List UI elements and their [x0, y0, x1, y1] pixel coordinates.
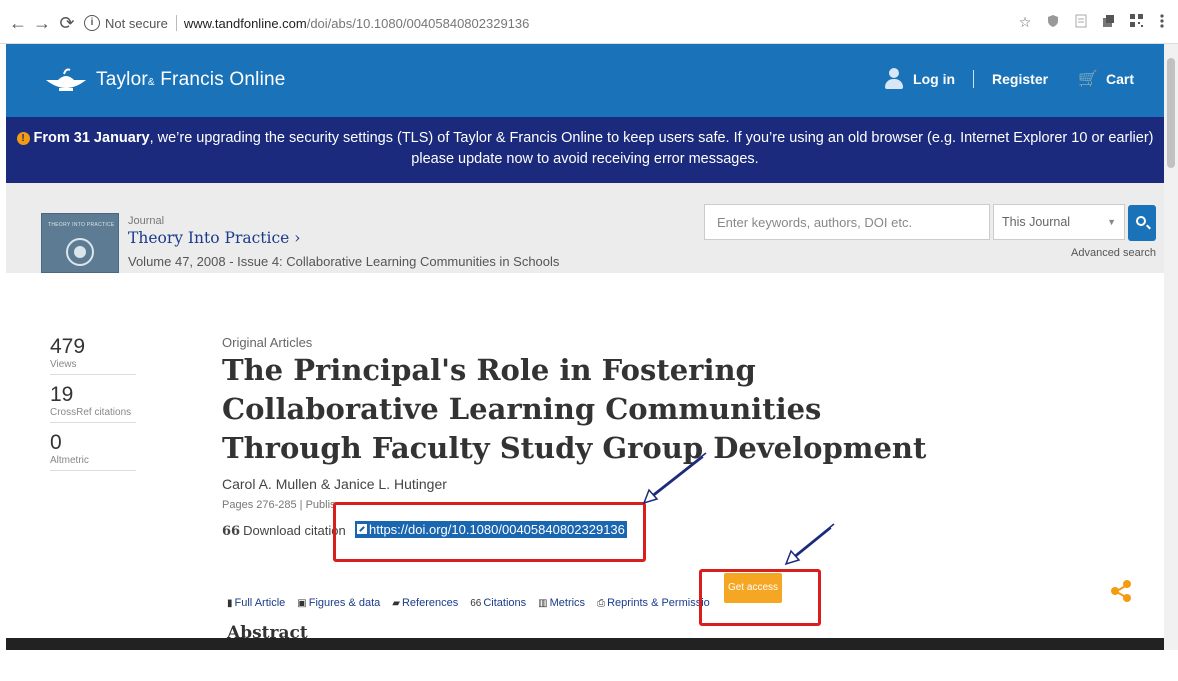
register-link[interactable]: Register — [992, 71, 1048, 87]
tab-reprints-permissions[interactable]: ⎙ Reprints & Permissio — [597, 597, 710, 609]
search-input[interactable]: Enter keywords, authors, DOI etc. — [704, 204, 990, 240]
article-pages: Pages 276-285 | Publis — [222, 499, 336, 511]
bookmark-star-icon[interactable]: ☆ — [1017, 14, 1033, 30]
advanced-search-link[interactable]: Advanced search — [1071, 247, 1156, 259]
share-icon[interactable] — [1111, 580, 1133, 602]
crossref-label: CrossRef citations — [50, 407, 136, 423]
altmetric-metric: 0 Altmetric — [50, 431, 136, 471]
cart-link[interactable]: Cart — [1106, 71, 1134, 87]
bar-chart-icon: ▥ — [538, 598, 548, 609]
article-authors[interactable]: Carol A. Mullen & Janice L. Hutinger — [222, 476, 447, 492]
alert-text-line1: , we’re upgrading the security settings … — [149, 130, 1154, 146]
book-icon: ▰ — [392, 598, 400, 609]
article-tabs: ▮ Full Article ▣ Figures & data ▰ Reference… — [227, 597, 710, 609]
cart-icon[interactable]: 🛒 — [1078, 69, 1098, 89]
qr-code-icon[interactable] — [1128, 14, 1144, 30]
download-citation-label: Download citation — [243, 523, 346, 538]
tab-citations[interactable]: 66 Citations — [470, 597, 526, 609]
tab-full-article[interactable]: ▮ Full Article — [227, 597, 285, 609]
tab-metrics[interactable]: ▥ Metrics — [538, 597, 585, 609]
page-scrollbar[interactable] — [1164, 44, 1178, 650]
lamp-logo-icon — [44, 66, 88, 94]
browser-menu-icon[interactable] — [1154, 14, 1170, 30]
crossref-metric: 19 CrossRef citations — [50, 383, 136, 423]
forward-button[interactable]: → — [32, 12, 52, 34]
journal-title-link[interactable]: Theory Into Practice › — [128, 229, 300, 247]
journal-label: Journal — [128, 215, 165, 227]
back-button[interactable]: ← — [8, 12, 28, 34]
address-divider — [175, 15, 177, 31]
views-metric: 479 Views — [50, 335, 136, 375]
article-content: 479 Views 19 CrossRef citations 0 Altmet… — [6, 273, 1164, 643]
bottom-bar — [6, 638, 1164, 650]
doi-highlight-box — [333, 502, 646, 562]
printer-icon: ⎙ — [597, 598, 606, 609]
logo-text: Taylor& Francis Online — [96, 69, 286, 90]
info-icon[interactable]: i — [84, 15, 100, 31]
caret-down-icon: ▼ — [1107, 217, 1116, 227]
altmetric-count: 0 — [50, 431, 62, 454]
browser-toolbar: ← → ⟳ i Not secure www.tandfonline.com /… — [0, 0, 1178, 44]
site-header: Taylor& Francis Online Log in Register 🛒… — [6, 44, 1164, 117]
download-citation-link[interactable]: 66 Download citation — [222, 523, 346, 539]
views-count: 479 — [50, 335, 86, 358]
alert-text-line2: please update now to avoid receiving err… — [411, 151, 759, 167]
cover-title: THEORY INTO PRACTICE — [48, 222, 115, 228]
image-icon: ▣ — [297, 598, 307, 609]
journal-cover-image[interactable]: THEORY INTO PRACTICE — [41, 213, 119, 273]
document-icon: ▮ — [227, 598, 233, 609]
reload-button[interactable]: ⟳ — [57, 12, 77, 34]
quote-icon: 66 — [470, 598, 482, 609]
journal-issue-link[interactable]: Volume 47, 2008 - Issue 4: Collaborative… — [128, 254, 559, 269]
altmetric-label: Altmetric — [50, 455, 136, 471]
get-access-highlight-box — [699, 569, 821, 626]
extension-puzzle-icon[interactable] — [1100, 14, 1116, 30]
cover-seal-icon — [66, 238, 94, 266]
search-scope-select[interactable]: This Journal ▼ — [993, 204, 1125, 240]
search-scope-value: This Journal — [1002, 215, 1071, 229]
account-links: Log in Register 🛒 Cart — [885, 68, 1134, 90]
search-button[interactable] — [1128, 205, 1156, 241]
login-link[interactable]: Log in — [913, 71, 955, 87]
user-icon — [885, 68, 904, 90]
search-icon — [1136, 216, 1146, 226]
scrollbar-thumb[interactable] — [1167, 58, 1175, 168]
journal-header: THEORY INTO PRACTICE Journal Theory Into… — [6, 183, 1164, 273]
address-bar[interactable]: i Not secure www.tandfonline.com /doi/ab… — [84, 11, 1044, 35]
quote-icon: 66 — [222, 524, 241, 539]
extension-shield-icon[interactable] — [1045, 14, 1061, 30]
url-path: /doi/abs/10.1080/00405840802329136 — [306, 15, 530, 31]
url-domain: www.tandfonline.com — [183, 15, 307, 31]
article-category: Original Articles — [222, 335, 313, 350]
warning-icon: ! — [16, 132, 30, 145]
tls-alert-banner: ! From 31 January, we’re upgrading the se… — [6, 117, 1164, 183]
doi-pointer-arrow-icon — [642, 452, 707, 505]
not-secure-label: Not secure — [105, 15, 168, 31]
site-logo[interactable]: Taylor& Francis Online — [44, 66, 286, 94]
tab-figures-data[interactable]: ▣ Figures & data — [297, 597, 380, 609]
tab-references[interactable]: ▰ References — [392, 597, 458, 609]
extension-page-icon[interactable] — [1073, 14, 1089, 30]
header-divider — [973, 70, 975, 88]
access-pointer-arrow-icon — [784, 523, 835, 566]
alert-bold-text: From 31 January — [33, 130, 150, 146]
article-title: The Principal's Role in Fostering Collab… — [222, 353, 927, 465]
crossref-count: 19 — [50, 383, 74, 406]
views-label: Views — [50, 359, 136, 375]
